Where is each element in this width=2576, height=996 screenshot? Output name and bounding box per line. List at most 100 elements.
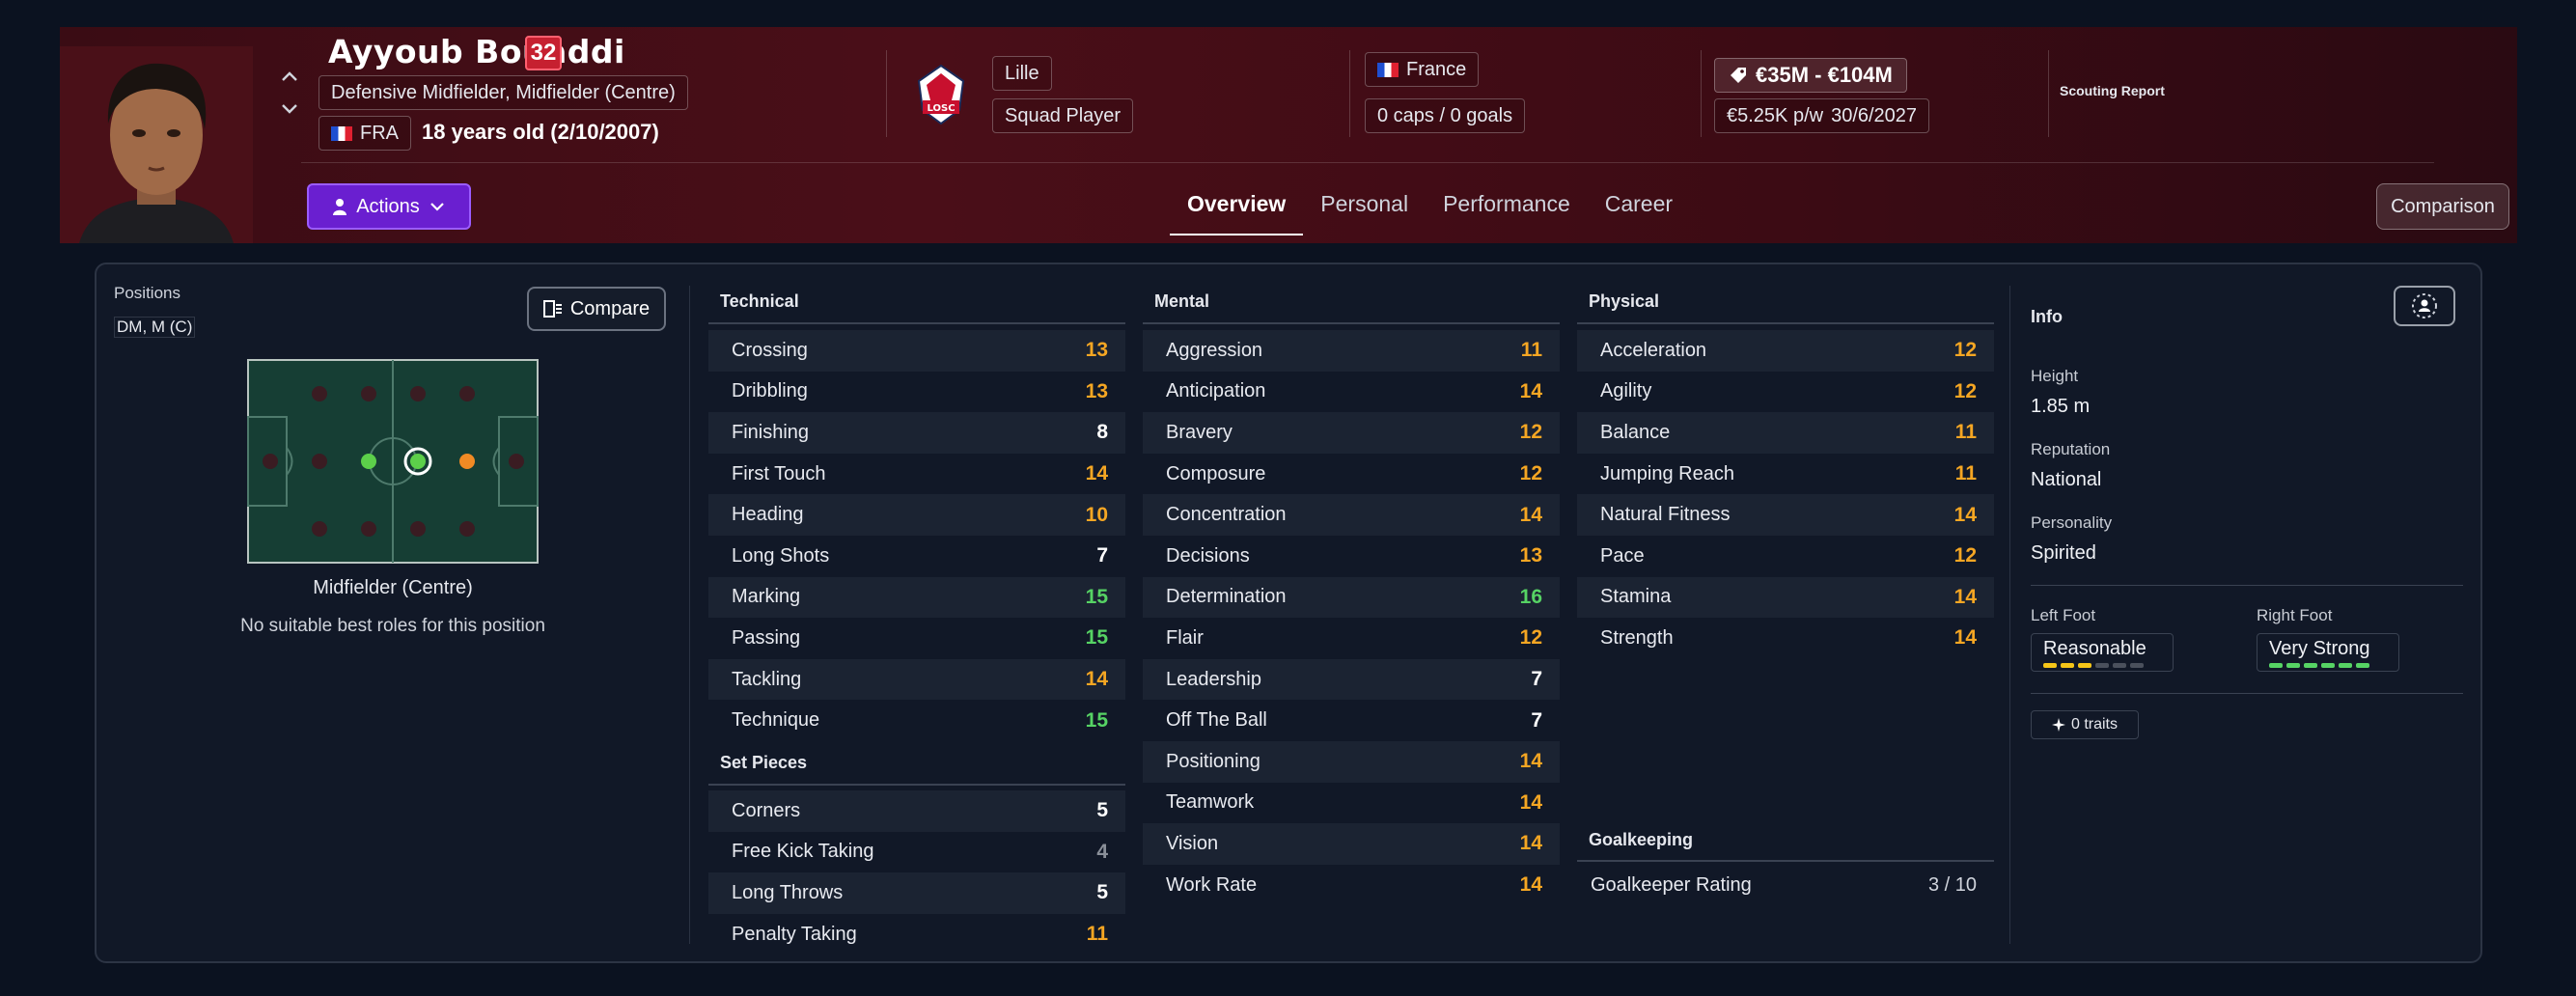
compare-button[interactable]: Compare [527, 287, 666, 331]
attribute-name: Marking [732, 586, 801, 608]
attribute-value: 11 [1086, 923, 1108, 946]
previous-player-icon[interactable] [280, 64, 299, 89]
scouting-report-link[interactable]: Scouting Report [2060, 83, 2165, 98]
france-flag-icon [1377, 62, 1399, 77]
attribute-row[interactable]: Free Kick Taking 4 [708, 832, 1125, 873]
attribute-row[interactable]: Positioning 14 [1143, 740, 1560, 783]
player-name: Ayyoub Bouaddi [328, 33, 625, 70]
technical-title: Technical [720, 291, 799, 311]
attribute-name: Long Throws [732, 881, 844, 903]
attribute-row[interactable]: Teamwork 14 [1143, 783, 1560, 824]
tab-personal[interactable]: Personal [1303, 181, 1426, 235]
attribute-row[interactable]: Crossing 13 [708, 330, 1125, 372]
attribute-name: Penalty Taking [732, 923, 857, 945]
attribute-name: Crossing [732, 339, 808, 361]
club-name: Lille [1005, 62, 1039, 84]
foot-meter-segment [2286, 663, 2300, 668]
attribute-row[interactable]: Natural Fitness 14 [1577, 494, 1994, 536]
positions-title: Positions [114, 284, 180, 302]
player-age: 18 years old (2/10/2007) [422, 120, 659, 144]
attribute-row[interactable]: Passing 15 [708, 618, 1125, 659]
right-foot-label: Right Foot [2257, 606, 2333, 624]
attribute-row[interactable]: Decisions 13 [1143, 536, 1560, 577]
nation-link[interactable]: France [1365, 52, 1480, 87]
club-logo-icon[interactable]: LOSC [907, 62, 975, 129]
attribute-name: Work Rate [1166, 873, 1258, 896]
attribute-row[interactable]: Agility 12 [1577, 372, 1994, 413]
attribute-row[interactable]: Flair 12 [1143, 618, 1560, 659]
physical-title: Physical [1589, 291, 1660, 311]
comparison-button[interactable]: Comparison [2376, 183, 2509, 230]
squad-status-text: Squad Player [1005, 104, 1122, 126]
set-pieces-title: Set Pieces [720, 753, 808, 772]
attribute-value: 12 [1953, 379, 1977, 402]
player-positions: Defensive Midfielder, Midfielder (Centre… [319, 75, 688, 110]
attribute-row[interactable]: Strength 14 [1577, 618, 1994, 659]
attribute-row[interactable]: Leadership 7 [1143, 658, 1560, 701]
contract-expiry: 30/6/2027 [1831, 104, 1918, 126]
divider [2048, 50, 2049, 137]
attribute-name: Anticipation [1166, 380, 1266, 402]
attribute-name: Determination [1166, 586, 1287, 608]
nationality-chip[interactable]: FRA [319, 116, 411, 151]
attribute-row[interactable]: Balance 11 [1577, 412, 1994, 454]
tab-overview[interactable]: Overview [1170, 181, 1304, 235]
attribute-value: 11 [1954, 462, 1977, 485]
attribute-value: 14 [1953, 503, 1977, 526]
value-range-chip[interactable]: €35M - €104M [1714, 58, 1907, 93]
column-divider [2009, 286, 2010, 944]
attribute-row[interactable]: Long Throws 5 [708, 872, 1125, 914]
attribute-row[interactable]: Marking 15 [708, 576, 1125, 619]
foot-meter-segment [2095, 663, 2109, 668]
right-foot-meter [2269, 663, 2387, 668]
attribute-row[interactable]: Jumping Reach 11 [1577, 454, 1994, 495]
attribute-row[interactable]: First Touch 14 [708, 454, 1125, 495]
attribute-row[interactable]: Off The Ball 7 [1143, 700, 1560, 741]
attribute-row[interactable]: Vision 14 [1143, 823, 1560, 865]
selected-position: Midfielder (Centre) [313, 577, 473, 598]
actions-button[interactable]: Actions [307, 183, 471, 230]
attribute-row[interactable]: Penalty Taking 11 [708, 914, 1125, 955]
club-name-link[interactable]: Lille [992, 56, 1052, 91]
attribute-row[interactable]: Composure 12 [1143, 454, 1560, 495]
attribute-row[interactable]: Concentration 14 [1143, 494, 1560, 536]
traits-button[interactable]: 0 traits [2031, 710, 2139, 739]
foot-meter-segment [2356, 663, 2369, 668]
attribute-row[interactable]: Determination 16 [1143, 576, 1560, 619]
foot-meter-segment [2269, 663, 2283, 668]
tab-performance[interactable]: Performance [1426, 181, 1588, 235]
attribute-row[interactable]: Work Rate 14 [1143, 865, 1560, 906]
attribute-row[interactable]: Finishing 8 [708, 412, 1125, 454]
player-profile-button[interactable] [2394, 286, 2455, 326]
attribute-value: 13 [1519, 544, 1542, 567]
attribute-value: 14 [1519, 832, 1542, 855]
attribute-row[interactable]: Acceleration 12 [1577, 330, 1994, 372]
attribute-row[interactable]: Corners 5 [708, 790, 1125, 832]
attribute-row[interactable]: Heading 10 [708, 494, 1125, 536]
attribute-row[interactable]: Tackling 14 [708, 658, 1125, 701]
next-player-icon[interactable] [280, 97, 299, 122]
chevron-down-icon [430, 203, 444, 211]
attribute-row[interactable]: Stamina 14 [1577, 576, 1994, 619]
attribute-name: Off The Ball [1166, 709, 1267, 732]
attribute-name: Pace [1600, 544, 1645, 567]
attribute-value: 4 [1096, 840, 1108, 863]
tab-career[interactable]: Career [1588, 181, 1690, 235]
attribute-row[interactable]: Aggression 11 [1143, 330, 1560, 372]
attribute-row[interactable]: Dribbling 13 [708, 372, 1125, 413]
attribute-row[interactable]: Bravery 12 [1143, 412, 1560, 454]
attribute-row[interactable]: Pace 12 [1577, 536, 1994, 577]
attribute-value: 12 [1519, 462, 1542, 485]
attribute-row[interactable]: Long Shots 7 [708, 536, 1125, 577]
mental-title: Mental [1154, 291, 1210, 311]
attribute-row[interactable]: Anticipation 14 [1143, 372, 1560, 413]
attribute-name: Agility [1600, 380, 1652, 402]
value-range: €35M - €104M [1756, 63, 1893, 87]
position-pitch[interactable] [247, 359, 539, 564]
attribute-value: 14 [1519, 873, 1542, 897]
section-divider [708, 322, 1125, 324]
attribute-row[interactable]: Technique 15 [708, 700, 1125, 741]
section-divider [1143, 322, 1560, 324]
info-divider [2031, 585, 2463, 586]
attribute-name: First Touch [732, 462, 826, 484]
